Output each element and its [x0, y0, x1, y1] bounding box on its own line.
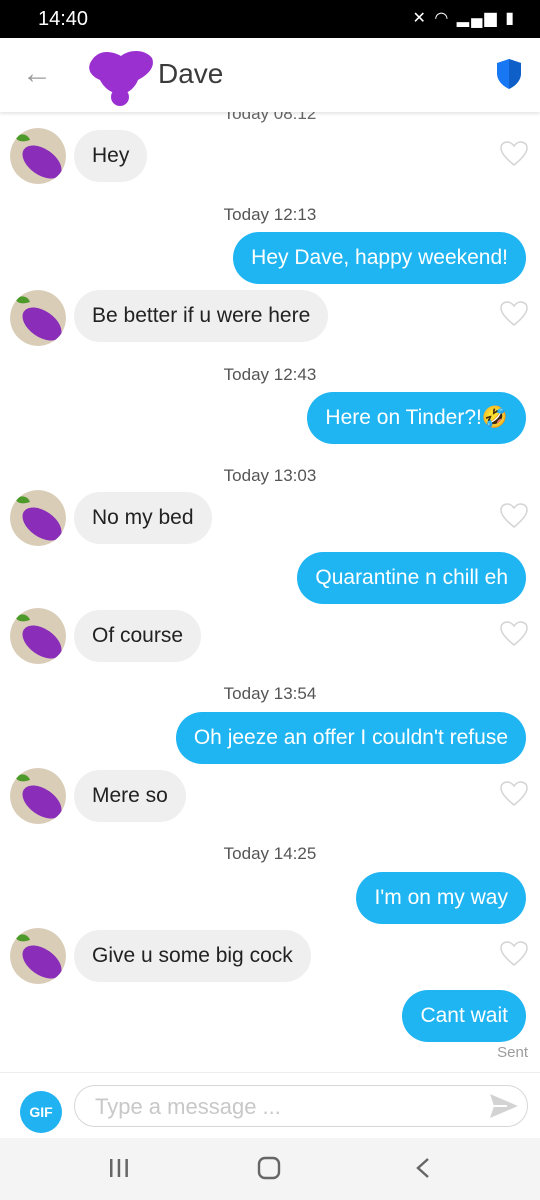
status-icons: ✕ ◠ ▂▄▆ ▮ [413, 8, 517, 28]
gif-button[interactable]: GIF [20, 1091, 62, 1133]
sent-message[interactable]: Oh jeeze an offer I couldn't refuse [175, 712, 526, 764]
signal-icon: ▂▄▆ [456, 10, 499, 27]
received-message[interactable]: Of course [74, 610, 202, 662]
eggplant-avatar-icon[interactable] [10, 928, 66, 984]
timestamp: Today 13:03 [223, 466, 317, 485]
sent-message[interactable]: Here on Tinder?!🤣 [307, 392, 526, 444]
received-message[interactable]: No my bed [74, 492, 212, 544]
battery-icon: ▮ [505, 10, 516, 27]
sent-message[interactable]: Cant wait [402, 990, 526, 1042]
like-heart-icon[interactable] [500, 141, 528, 167]
back-arrow-icon[interactable]: ← [22, 56, 52, 92]
mute-icon: ✕ [412, 10, 428, 27]
message-input[interactable]: Type a message ... [74, 1085, 528, 1127]
timestamp: Today 13:54 [223, 684, 317, 703]
timestamp: Today 12:13 [223, 205, 317, 224]
received-message[interactable]: Mere so [74, 770, 186, 822]
timestamp: Today 12:43 [223, 365, 317, 384]
message-composer: GIF Type a message ... [0, 1072, 540, 1139]
sent-message[interactable]: I'm on my way [356, 872, 526, 924]
sent-message[interactable]: Quarantine n chill eh [297, 552, 526, 604]
safety-shield-icon[interactable] [496, 58, 522, 90]
recent-apps-icon[interactable] [108, 1158, 130, 1178]
chat-header: ← Dave [0, 38, 540, 112]
home-icon[interactable] [257, 1156, 281, 1180]
eggplant-avatar-icon[interactable] [10, 768, 66, 824]
like-heart-icon[interactable] [500, 503, 528, 529]
eggplant-avatar-icon[interactable] [10, 128, 66, 184]
like-heart-icon[interactable] [500, 941, 528, 967]
timestamp: Today 08:12 [223, 112, 317, 123]
contact-avatar[interactable] [86, 46, 156, 108]
contact-name[interactable]: Dave [158, 58, 223, 90]
system-nav-bar [0, 1138, 540, 1200]
eggplant-avatar-icon[interactable] [10, 290, 66, 346]
eggplant-avatar-icon[interactable] [10, 608, 66, 664]
status-time: 14:40 [38, 8, 89, 30]
sent-status: Sent [497, 1044, 528, 1061]
send-icon[interactable] [489, 1092, 519, 1120]
status-bar: 14:40 ✕ ◠ ▂▄▆ ▮ [0, 0, 540, 38]
message-input-placeholder: Type a message ... [95, 1094, 281, 1119]
received-message[interactable]: Give u some big cock [74, 930, 311, 982]
nav-back-icon[interactable] [414, 1157, 432, 1179]
sent-message[interactable]: Hey Dave, happy weekend! [233, 232, 526, 284]
like-heart-icon[interactable] [500, 621, 528, 647]
wifi-icon: ◠ [434, 10, 451, 27]
message-list[interactable]: Today 08:12 Hey Today 12:13 Hey Dave, ha… [0, 112, 540, 1072]
like-heart-icon[interactable] [500, 781, 528, 807]
received-message[interactable]: Be better if u were here [74, 290, 329, 342]
received-message[interactable]: Hey [74, 130, 148, 182]
like-heart-icon[interactable] [500, 301, 528, 327]
timestamp: Today 14:25 [223, 844, 317, 863]
eggplant-avatar-icon[interactable] [10, 490, 66, 546]
